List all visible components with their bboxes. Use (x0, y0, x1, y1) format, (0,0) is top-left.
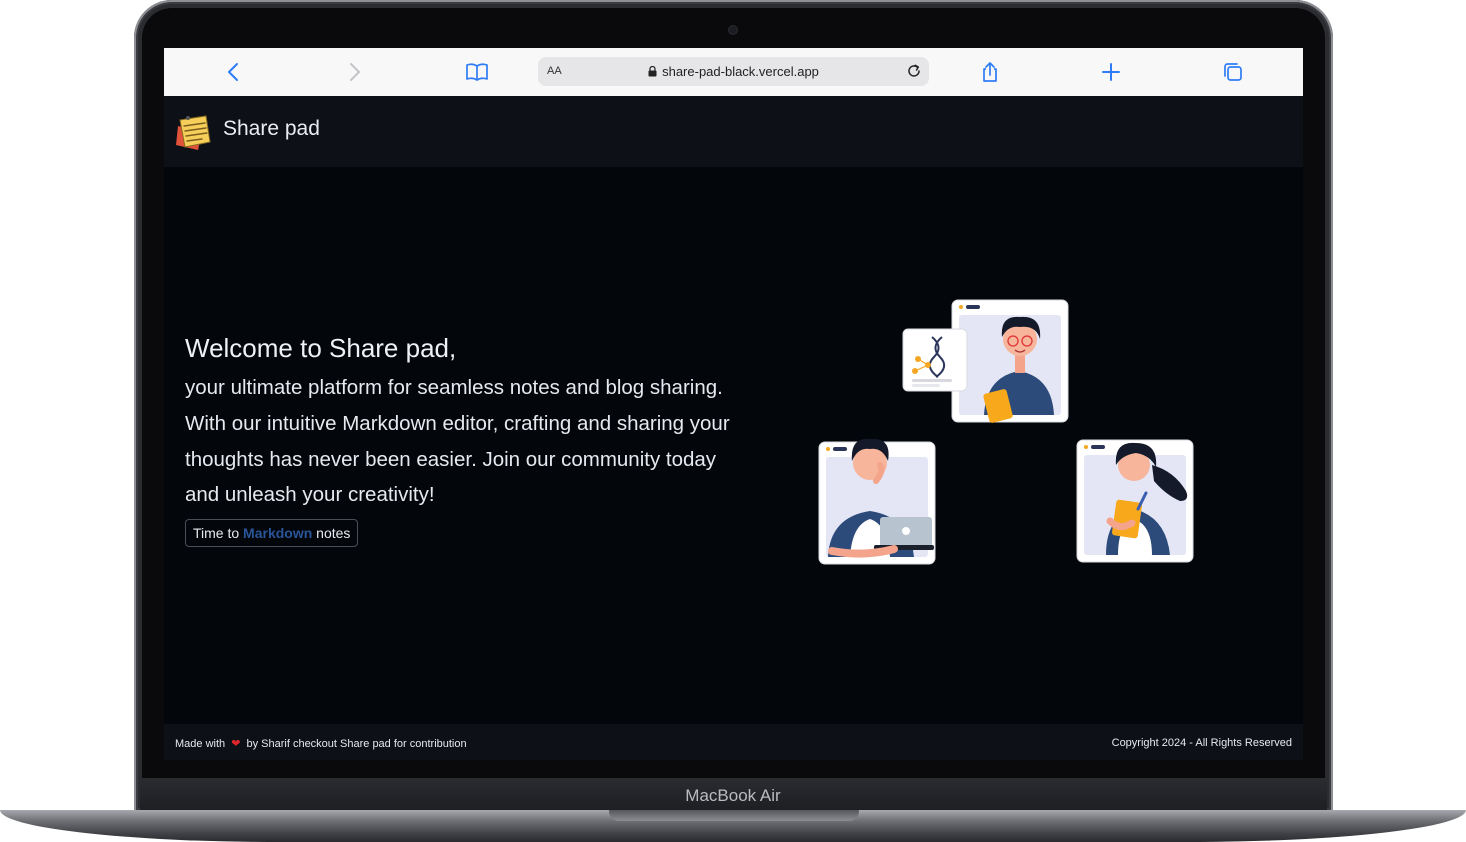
footer-made-by[interactable]: by Sharif checkout Share pad for contrib… (246, 738, 466, 750)
hero-description: your ultimate platform for seamless note… (185, 376, 730, 507)
device-label: MacBook Air (685, 786, 781, 805)
forward-icon[interactable] (342, 60, 366, 84)
browser-screen: AA share-pad-black.vercel.app Share pad … (164, 48, 1303, 760)
lock-icon (648, 65, 657, 80)
address-bar[interactable]: AA share-pad-black.vercel.app (538, 57, 929, 86)
share-icon[interactable] (978, 60, 1002, 84)
hero-heading: Welcome to Share pad, (185, 333, 457, 363)
site-title[interactable]: Share pad (223, 117, 320, 141)
footer-made-with: Made with (175, 738, 226, 750)
site-navbar: Share pad (164, 96, 1303, 167)
cta-suffix: notes (316, 525, 351, 541)
camera-icon (729, 26, 737, 34)
hero-section: Welcome to Share pad, your ultimate plat… (164, 167, 1303, 724)
footer-copyright: Copyright 2024 - All Rights Reserved (1111, 737, 1292, 749)
cta-accent: Markdown (243, 525, 313, 541)
cta-prefix: Time to (193, 525, 240, 541)
browser-toolbar: AA share-pad-black.vercel.app (164, 48, 1303, 97)
reload-icon[interactable] (905, 62, 923, 80)
site-footer: Made with ❤ by Sharif checkout Share pad… (164, 724, 1303, 760)
markdown-notes-button[interactable]: Time to Markdown notes (185, 519, 359, 547)
sticky-notes-logo-icon[interactable] (174, 112, 212, 152)
laptop-notch (609, 810, 859, 821)
url-text-wrap: share-pad-black.vercel.app (538, 64, 929, 80)
footer-credit: Made with ❤ by Sharif checkout Share pad… (175, 737, 467, 750)
new-tab-icon[interactable] (1099, 60, 1123, 84)
bookmarks-icon[interactable] (465, 60, 489, 84)
tabs-icon[interactable] (1221, 60, 1245, 84)
heart-icon: ❤ (231, 738, 241, 750)
url-text: share-pad-black.vercel.app (662, 64, 819, 79)
back-icon[interactable] (222, 60, 246, 84)
collaboration-illustration (818, 299, 1194, 565)
